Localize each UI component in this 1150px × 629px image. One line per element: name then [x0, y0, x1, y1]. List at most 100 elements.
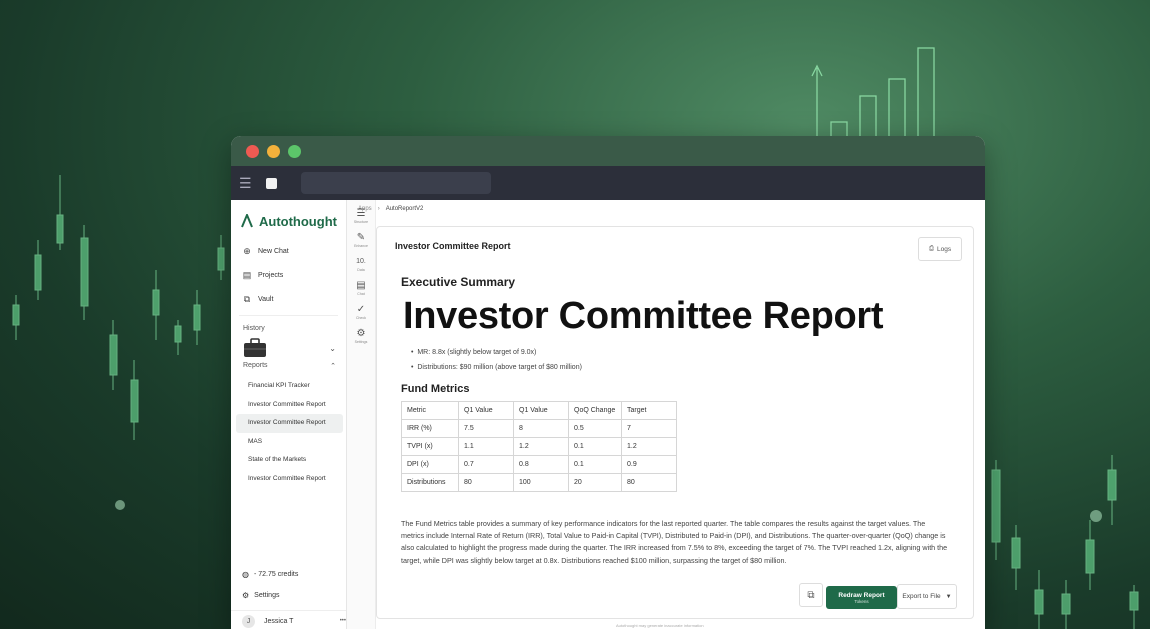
chevron-down-icon: ⌄ [329, 343, 336, 353]
breadcrumb-item[interactable]: Apps [358, 206, 372, 212]
rail-check[interactable]: ✓ Check [347, 304, 375, 320]
table-cell: 100 [513, 473, 569, 492]
bullet-item: • MR: 8.8x (slightly below target of 9.0… [411, 349, 537, 356]
summary-bullets: • MR: 8.8x (slightly below target of 9.0… [411, 349, 582, 378]
rail-chat[interactable]: ▤ Chat [347, 280, 375, 296]
document-title: Investor Committee Report [395, 241, 511, 251]
browser-toolbar: ☰ [231, 166, 985, 200]
table-row: IRR (%) 7.5 8 0.5 7 [401, 419, 677, 438]
rail-data[interactable]: 10. Data [347, 256, 375, 272]
report-item[interactable]: MAS [231, 433, 346, 452]
column-header: Target [621, 401, 677, 420]
breadcrumb: Apps › AutoReportV2 [358, 206, 423, 212]
more-options-icon[interactable]: ••• [340, 618, 346, 624]
sidebar-settings[interactable]: ⚙ Settings [242, 591, 279, 600]
bullet-text: Distributions: $90 million (above target… [417, 363, 582, 371]
sidebar: Autothought ⊕ New Chat ▤ Projects ⧉ Vaul… [231, 200, 347, 629]
table-cell: 80 [458, 473, 514, 492]
section-heading: Executive Summary [401, 275, 516, 289]
report-item[interactable]: State of the Markets [231, 451, 346, 470]
reports-label: Reports [243, 362, 268, 369]
address-bar[interactable] [301, 172, 491, 194]
summary-paragraph: The Fund Metrics table provides a summar… [401, 519, 948, 565]
tool-rail: ☰ Structure ✎ Enhance 10. Data ▤ Chat ✓ … [347, 200, 376, 629]
rail-label: Chat [357, 292, 365, 296]
table-cell: IRR (%) [401, 419, 459, 438]
table-cell: 0.7 [458, 455, 514, 474]
rail-label: Structure [353, 220, 369, 224]
reports-header[interactable]: Reports ⌃ [231, 358, 346, 374]
rail-label: Data [357, 268, 365, 272]
logs-button[interactable]: ⎙ Logs [918, 237, 962, 261]
tab-square-icon[interactable] [266, 177, 277, 189]
section-heading: Fund Metrics [401, 383, 470, 395]
minimize-window-button[interactable] [267, 144, 280, 158]
nav-new-chat[interactable]: ⊕ New Chat [231, 239, 346, 263]
table-cell: 80 [621, 473, 677, 492]
logs-label: Logs [937, 245, 952, 253]
report-card: Investor Committee Report ⎙ Logs Executi… [376, 226, 974, 619]
report-item[interactable]: Investor Committee Report [231, 396, 346, 415]
nav-projects[interactable]: ▤ Projects [231, 263, 346, 287]
close-window-button[interactable] [246, 144, 259, 158]
table-cell: 1.2 [621, 437, 677, 456]
nav-label: Projects [258, 271, 284, 279]
table-cell: TVPI (x) [401, 437, 459, 456]
fund-metrics-table: Metric Q1 Value Q1 Value QoQ Change Targ… [401, 401, 677, 492]
nav-vault[interactable]: ⧉ Vault [231, 287, 346, 311]
report-item[interactable]: Investor Committee Report [231, 470, 346, 489]
window-titlebar [231, 136, 985, 166]
rail-enhance[interactable]: ✎ Enhance [347, 232, 375, 248]
avatar: J [242, 614, 255, 628]
table-row: Distributions 80 100 20 80 [401, 473, 677, 492]
logo[interactable]: Autothought [231, 200, 346, 232]
report-hero-title: Investor Committee Report [403, 295, 884, 337]
history-toggle[interactable]: ⌄ [231, 332, 346, 358]
table-cell: 0.1 [568, 437, 622, 456]
table-cell: 8 [513, 419, 569, 438]
coins-icon: ◍ [242, 570, 249, 579]
redraw-sublabel: Tokens [854, 598, 869, 604]
breadcrumb-separator: › [377, 206, 380, 212]
menu-icon[interactable]: ☰ [239, 175, 257, 192]
table-row: TVPI (x) 1.1 1.2 0.1 1.2 [401, 437, 677, 456]
rail-label: Settings [354, 340, 368, 344]
rail-settings[interactable]: ⚙ Settings [347, 328, 375, 344]
table-cell: 0.1 [568, 455, 622, 474]
export-dropdown[interactable]: Export to File ▼ [897, 584, 957, 609]
column-header: QoQ Change [568, 401, 622, 420]
rail-label: Check [356, 316, 366, 320]
table-cell: 7.5 [458, 419, 514, 438]
copy-icon: ⧉ [807, 589, 815, 601]
report-item-active[interactable]: Investor Committee Report [236, 414, 343, 433]
app-window: ☰ Autothought ⊕ New Chat ▤ Projects ⧉ Va… [231, 136, 985, 629]
gear-icon: ⚙ [242, 591, 250, 600]
vault-icon: ⧉ [243, 293, 251, 304]
bullet-item: • Distributions: $90 million (above targ… [411, 363, 582, 371]
copy-button[interactable]: ⧉ [799, 583, 823, 607]
settings-label: Settings [254, 592, 280, 599]
logo-icon [241, 214, 253, 228]
report-item[interactable]: Financial KPI Tracker [231, 377, 346, 396]
table-cell: 7 [621, 419, 677, 438]
table-row: DPI (x) 0.7 0.8 0.1 0.9 [401, 455, 677, 474]
caret-down-icon: ▼ [945, 593, 952, 600]
user-profile[interactable]: J Jessica T ••• [231, 610, 346, 629]
table-cell: 1.2 [513, 437, 569, 456]
table-cell: 0.5 [568, 419, 622, 438]
table-cell: Distributions [401, 473, 459, 492]
user-name: Jessica T [264, 617, 294, 625]
table-cell: 20 [568, 473, 622, 492]
briefcase-icon [244, 338, 266, 357]
check-icon: ✓ [356, 304, 366, 315]
column-header: Q1 Value [513, 401, 569, 420]
disclaimer-text: Autothought may generate inaccurate info… [616, 623, 704, 628]
maximize-window-button[interactable] [288, 144, 301, 158]
credits-text: - 72.75 credits [253, 571, 299, 578]
data-icon: 10. [356, 258, 366, 265]
export-label: Export to File [902, 593, 941, 600]
logs-icon: ⎙ [928, 245, 935, 252]
table-cell: 0.8 [513, 455, 569, 474]
redraw-report-button[interactable]: Redraw Report Tokens [826, 586, 897, 609]
magic-wand-icon: ✎ [356, 232, 366, 243]
